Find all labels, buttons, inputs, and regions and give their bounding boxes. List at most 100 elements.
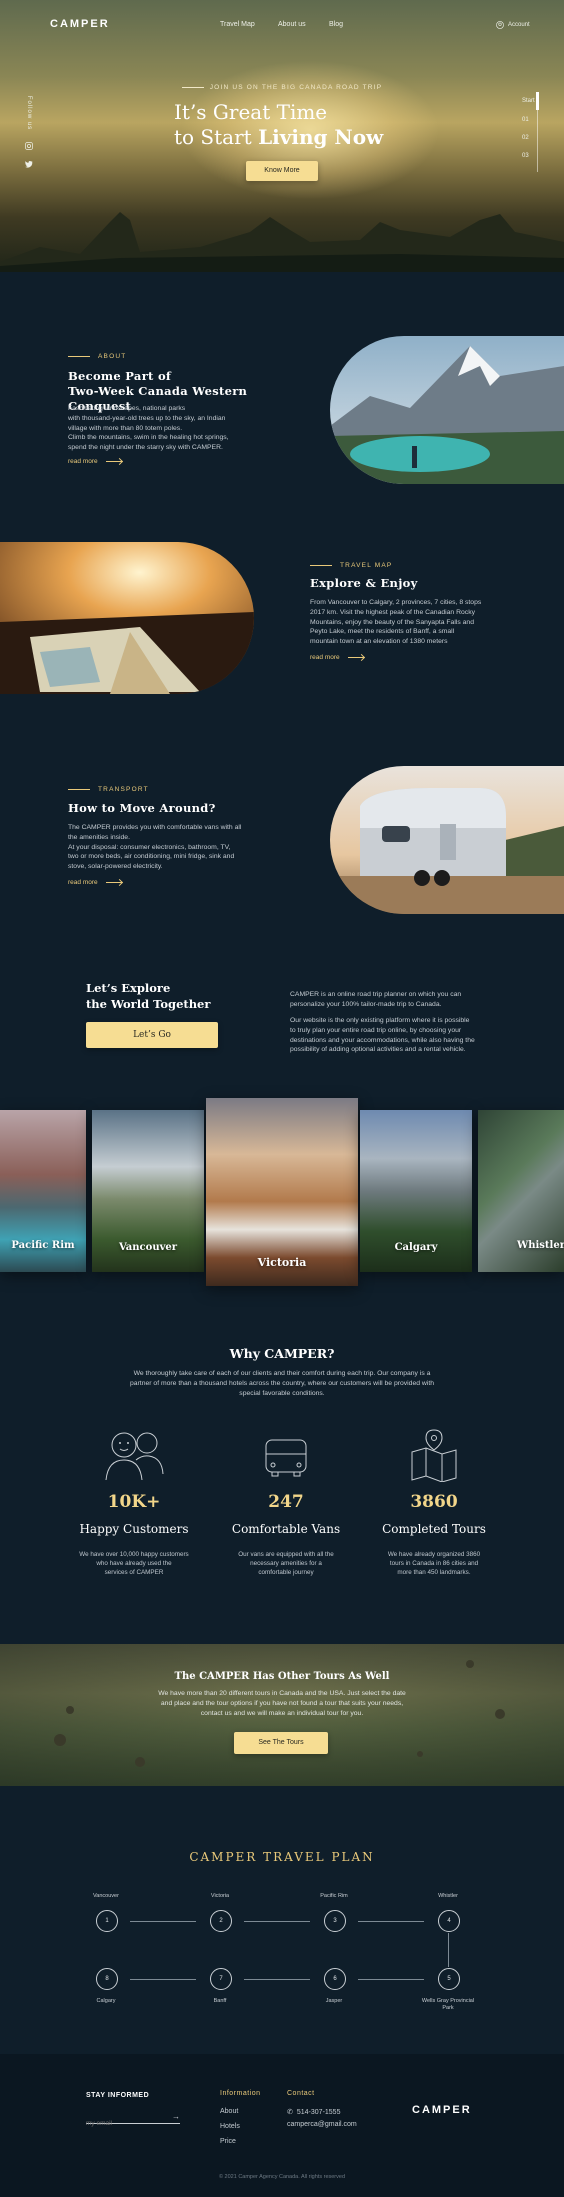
email-input[interactable] — [86, 2120, 166, 2127]
transport-text-line: stove, solar-powered electricity. — [68, 863, 163, 871]
phone-icon: ✆ — [287, 2109, 293, 2116]
footer-link-about[interactable]: About — [220, 2108, 238, 2115]
explore-title-line2: the World Together — [86, 997, 211, 1011]
city-card-whistler[interactable]: Whistler — [478, 1110, 564, 1272]
hero-kicker: JOIN US ON THE BIG CANADA ROAD TRIP — [0, 84, 564, 91]
city-name: Victoria — [257, 1256, 307, 1269]
city-name: Vancouver — [118, 1242, 178, 1253]
city-card-calgary[interactable]: Calgary — [360, 1110, 472, 1272]
newsletter-field[interactable]: → — [86, 2112, 180, 2127]
route-line — [130, 1979, 196, 1980]
other-tours-text-line: contact us and we will make an individua… — [200, 1709, 364, 1717]
about-text-line: Climb the mountains, swim in the healing… — [68, 434, 229, 442]
stop-2[interactable]: 2 — [210, 1910, 232, 1932]
stop-name: Wells Gray Provincial Park — [421, 1998, 475, 2011]
read-more-label: read more — [68, 879, 98, 886]
transport-text-line: At your disposal: consumer electronics, … — [68, 843, 231, 851]
city-name: Pacific Rim — [11, 1240, 75, 1251]
stop-6[interactable]: 6 — [324, 1968, 346, 1990]
pager-02[interactable]: 02 — [522, 135, 529, 141]
travel-map-text-line: mountain town at an elevation of 1380 me… — [310, 638, 448, 646]
footer-logo[interactable]: CAMPER — [412, 2104, 472, 2116]
footer-link-price[interactable]: Price — [220, 2138, 236, 2145]
explore-text-1: CAMPER is an online road trip planner on… — [290, 990, 520, 1010]
nav-item-travel-map[interactable]: Travel Map — [220, 21, 255, 28]
why-intro: We thoroughly take care of each of our c… — [80, 1369, 484, 1398]
about-kicker-text: ABOUT — [98, 353, 127, 360]
stop-3[interactable]: 3 — [324, 1910, 346, 1932]
travel-map-read-more[interactable]: read more — [310, 654, 364, 661]
hero-pager: Start 01 02 03 — [516, 92, 540, 172]
transport-text: The CAMPER provides you with comfortable… — [68, 823, 298, 872]
stop-8[interactable]: 8 — [96, 1968, 118, 1990]
about-text-line: with thousand-year-old trees up to the s… — [68, 414, 226, 422]
travel-map-kicker-text: TRAVEL MAP — [340, 562, 393, 569]
other-tours-banner: The CAMPER Has Other Tours As Well We ha… — [0, 1644, 564, 1786]
stop-5[interactable]: 5 — [438, 1968, 460, 1990]
transport-image-van — [330, 766, 564, 914]
city-card-vancouver[interactable]: Vancouver — [92, 1110, 204, 1272]
stat-desc-line: We have already organized 3860 — [387, 1551, 481, 1558]
city-card-victoria[interactable]: Victoria — [206, 1098, 358, 1286]
travel-map-kicker: TRAVEL MAP — [310, 562, 392, 569]
lets-go-button[interactable]: Let’s Go — [86, 1022, 218, 1048]
pager-thumb — [536, 92, 539, 110]
arrow-right-icon — [347, 657, 364, 658]
route-line — [244, 1921, 310, 1922]
why-intro-line: partner of more than a thousand hotels a… — [129, 1379, 434, 1387]
arrow-right-icon — [105, 461, 122, 462]
hero-title-bold: Living Now — [258, 125, 384, 149]
transport-kicker: TRANSPORT — [68, 786, 149, 793]
nav-item-blog[interactable]: Blog — [329, 21, 343, 28]
stop-1[interactable]: 1 — [96, 1910, 118, 1932]
social-bar: Follow us — [24, 96, 38, 176]
stat-value: 247 — [268, 1492, 304, 1512]
submit-arrow-icon[interactable]: → — [172, 2112, 180, 2121]
phone-contact[interactable]: ✆ 514-307-1555 — [287, 2108, 340, 2117]
stat-desc-line: tours in Canada in 86 cities and — [389, 1560, 479, 1567]
route-line — [358, 1921, 424, 1922]
arrow-right-icon — [105, 882, 122, 883]
other-tours-text-line: and place and the tour options if you ha… — [160, 1699, 404, 1707]
footer: STAY INFORMED → Information About Hotels… — [0, 2054, 564, 2197]
stat-label: Comfortable Vans — [231, 1522, 341, 1536]
transport-text-line: two or more beds, air conditioning, mini… — [68, 853, 235, 861]
travel-map-text: From Vancouver to Calgary, 2 provinces, … — [310, 598, 540, 647]
about-read-more[interactable]: read more — [68, 458, 122, 465]
see-the-tours-button[interactable]: See The Tours — [234, 1732, 328, 1754]
about-image-lake — [330, 336, 564, 484]
stop-7[interactable]: 7 — [210, 1968, 232, 1990]
twitter-icon[interactable] — [25, 160, 33, 168]
explore-title: Let’s Explore the World Together — [86, 980, 210, 1012]
stop-name: Calgary — [96, 1998, 116, 2004]
stop-name: Pacific Rim — [320, 1893, 348, 1899]
stat-desc-line: We have over 10,000 happy customers — [79, 1551, 189, 1558]
why-intro-line: We thoroughly take care of each of our c… — [133, 1370, 431, 1377]
about-kicker: ABOUT — [68, 353, 126, 360]
explore-text-line: destinations and your accommodations, wh… — [290, 1036, 475, 1044]
why-title: Why CAMPER? — [229, 1346, 335, 1361]
account-link[interactable]: Account — [496, 21, 530, 29]
read-more-label: read more — [68, 458, 98, 465]
logo[interactable]: CAMPER — [50, 18, 110, 30]
know-more-button[interactable]: Know More — [246, 161, 318, 181]
footer-link-hotels[interactable]: Hotels — [220, 2123, 240, 2130]
instagram-icon[interactable] — [25, 142, 33, 150]
travel-map-text-line: Mountains, enjoy the beauty of the Sanya… — [310, 618, 474, 626]
hero-kicker-text: JOIN US ON THE BIG CANADA ROAD TRIP — [209, 84, 383, 91]
explore-text-line: to truly plan your entire road trip onli… — [290, 1026, 462, 1034]
stop-4[interactable]: 4 — [438, 1910, 460, 1932]
hero-title-line1: It’s Great Time — [174, 100, 328, 124]
stat-desc: We have over 10,000 happy customers who … — [64, 1550, 204, 1577]
van-icon — [265, 1439, 307, 1477]
pager-03[interactable]: 03 — [522, 153, 529, 159]
pager-01[interactable]: 01 — [522, 117, 529, 123]
transport-read-more[interactable]: read more — [68, 879, 122, 886]
nav-item-about-us[interactable]: About us — [278, 21, 306, 28]
hero-section: CAMPER Travel Map About us Blog Account … — [0, 0, 564, 272]
contact-email[interactable]: camperca@gmail.com — [287, 2121, 357, 2128]
explore-text-line: CAMPER is an online road trip planner on… — [290, 991, 462, 998]
about-text-line: village with more than 80 totem poles. — [68, 424, 183, 432]
city-card-pacific-rim[interactable]: Pacific Rim — [0, 1110, 86, 1272]
pager-start[interactable]: Start — [522, 98, 535, 104]
